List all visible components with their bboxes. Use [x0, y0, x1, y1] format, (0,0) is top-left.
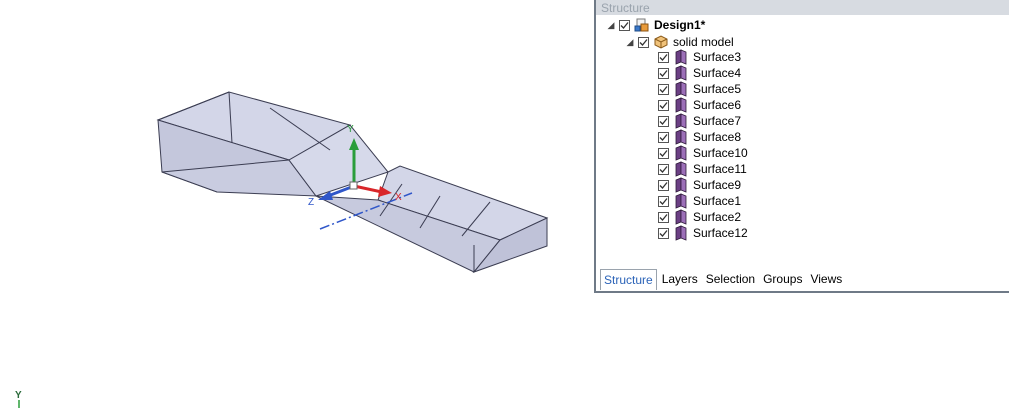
surface-icon: [673, 193, 689, 209]
corner-axis-indicator: Y: [15, 390, 22, 408]
3d-viewport[interactable]: Y X Z Y: [0, 0, 594, 409]
surface-icon: [673, 129, 689, 145]
collapse-icon[interactable]: ◢: [606, 20, 616, 31]
tab-groups[interactable]: Groups: [760, 269, 805, 289]
surface-label: Surface8: [693, 130, 742, 144]
tree-node-surface[interactable]: Surface10: [658, 145, 748, 161]
tree-node-design[interactable]: ◢ Design1*: [606, 17, 706, 33]
panel-title: Structure: [601, 1, 650, 15]
surface-label: Surface2: [693, 210, 742, 224]
surface-checkbox[interactable]: [658, 67, 669, 79]
surface-checkbox[interactable]: [658, 195, 669, 207]
surface-icon: [673, 97, 689, 113]
tree-node-surface[interactable]: Surface8: [658, 129, 741, 145]
surface-label: Surface6: [693, 98, 742, 112]
tree-node-surface[interactable]: Surface2: [658, 209, 741, 225]
tab-selection[interactable]: Selection: [703, 269, 758, 289]
design-label: Design1*: [654, 18, 706, 32]
structure-panel: Structure ◢ Design1* ◢ solid model Surfa…: [594, 0, 1009, 293]
surface-label: Surface11: [693, 162, 747, 176]
collapse-icon[interactable]: ◢: [625, 37, 635, 48]
surface-checkbox[interactable]: [658, 211, 669, 223]
surface-checkbox[interactable]: [658, 147, 669, 159]
surface-label: Surface4: [693, 66, 742, 80]
surface-checkbox[interactable]: [658, 83, 669, 95]
surface-icon: [673, 49, 689, 65]
surface-label: Surface1: [693, 194, 742, 208]
tree-node-surface[interactable]: Surface5: [658, 81, 741, 97]
surface-checkbox[interactable]: [658, 179, 669, 191]
tree-node-surface[interactable]: Surface12: [658, 225, 748, 241]
tree-node-surface[interactable]: Surface3: [658, 49, 741, 65]
surface-label: Surface3: [693, 50, 742, 64]
surface-label: Surface12: [693, 226, 748, 240]
surface-icon: [673, 145, 689, 161]
surface-checkbox[interactable]: [658, 163, 669, 175]
tree-node-surface[interactable]: Surface9: [658, 177, 741, 193]
surface-icon: [673, 177, 689, 193]
surface-checkbox[interactable]: [658, 51, 669, 63]
surface-checkbox[interactable]: [658, 115, 669, 127]
surface-label: Surface5: [693, 82, 742, 96]
app-window: Y X Z Y Structure ◢ Design1* ◢ solid mod…: [0, 0, 1009, 409]
solid-model-label: solid model: [673, 35, 734, 49]
x-axis-label: X: [395, 192, 402, 203]
design-icon: [634, 17, 650, 33]
tab-layers[interactable]: Layers: [659, 269, 701, 289]
surface-checkbox[interactable]: [658, 227, 669, 239]
triad-origin: [349, 181, 358, 190]
tree-node-surface[interactable]: Surface4: [658, 65, 741, 81]
surface-icon: [673, 81, 689, 97]
surface-checkbox[interactable]: [658, 131, 669, 143]
tree-node-surface[interactable]: Surface1: [658, 193, 741, 209]
model-canvas[interactable]: Y X Z Y: [0, 0, 594, 409]
design-checkbox[interactable]: [619, 19, 630, 31]
surface-label: Surface10: [693, 146, 748, 160]
tree-node-surface[interactable]: Surface6: [658, 97, 741, 113]
tree-node-surface[interactable]: Surface11: [658, 161, 747, 177]
x-axis-arrow[interactable]: [353, 184, 383, 194]
y-axis-label: Y: [347, 124, 354, 135]
panel-header: Structure: [596, 0, 1009, 15]
surface-icon: [673, 113, 689, 129]
surface-icon: [673, 65, 689, 81]
tab-views[interactable]: Views: [807, 269, 845, 289]
surface-label: Surface9: [693, 178, 742, 192]
surface-icon: [673, 209, 689, 225]
surface-icon: [673, 225, 689, 241]
surface-checkbox[interactable]: [658, 99, 669, 111]
solid-model-checkbox[interactable]: [638, 36, 649, 48]
corner-y-label: Y: [15, 390, 22, 401]
panel-tabs: Structure Layers Selection Groups Views: [600, 268, 847, 290]
z-axis-label: Z: [308, 197, 314, 208]
tab-structure[interactable]: Structure: [600, 268, 657, 290]
tree-node-surface[interactable]: Surface7: [658, 113, 741, 129]
tree-node-solid-model[interactable]: ◢ solid model: [625, 34, 734, 50]
surface-icon: [673, 161, 689, 177]
solid-model-icon: [653, 34, 669, 50]
surface-label: Surface7: [693, 114, 742, 128]
